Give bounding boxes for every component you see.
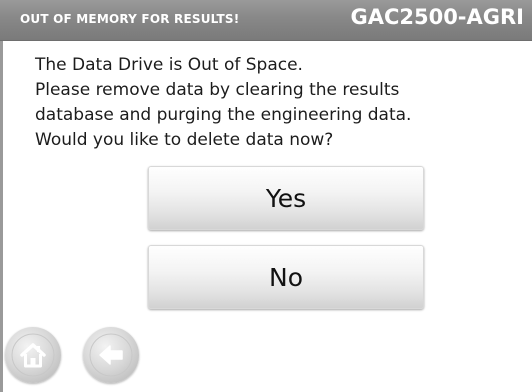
message-text: The Data Drive is Out of Space. Please r… <box>35 53 515 153</box>
message-line: Would you like to delete data now? <box>35 130 334 150</box>
back-button[interactable] <box>83 327 139 383</box>
dialog-screen: OUT OF MEMORY FOR RESULTS! GAC2500-AGRI … <box>0 0 532 392</box>
home-icon <box>11 333 55 377</box>
no-button-label: No <box>269 262 303 292</box>
no-button[interactable]: No <box>148 245 424 309</box>
alert-title: OUT OF MEMORY FOR RESULTS! <box>20 12 240 26</box>
home-button[interactable] <box>5 327 61 383</box>
yes-button-label: Yes <box>265 183 307 213</box>
back-arrow-icon <box>89 333 133 377</box>
message-line: database and purging the engineering dat… <box>35 105 412 125</box>
message-line: The Data Drive is Out of Space. <box>35 55 303 75</box>
title-bar: OUT OF MEMORY FOR RESULTS! GAC2500-AGRI <box>0 0 532 41</box>
message-line: Please remove data by clearing the resul… <box>35 80 400 100</box>
left-divider <box>0 41 3 392</box>
yes-button[interactable]: Yes <box>148 166 424 230</box>
device-name: GAC2500-AGRI <box>350 5 524 29</box>
